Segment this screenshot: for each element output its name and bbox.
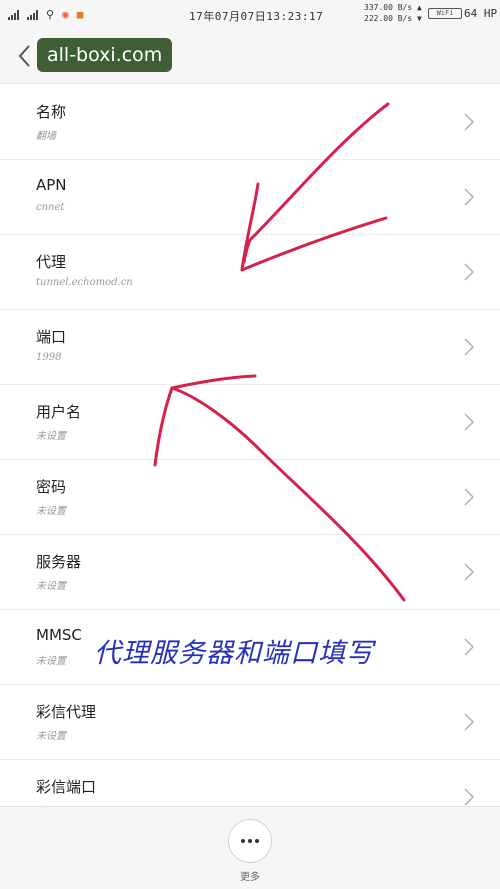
setting-value: cnnet xyxy=(36,202,65,213)
more-dot-icon xyxy=(241,839,245,843)
signal-icon xyxy=(8,9,19,20)
annotation-text: 代理服务器和端口填写 xyxy=(94,638,374,669)
chevron-right-icon xyxy=(464,263,474,281)
back-button[interactable] xyxy=(12,40,38,72)
upload-speed: 337.00 B/s ▲ xyxy=(364,3,422,12)
setting-value: 翻墙 xyxy=(36,131,56,142)
attachment-icon: ⚲ xyxy=(46,8,55,21)
bottom-bar: 更多 xyxy=(0,806,500,889)
back-arrow-icon xyxy=(18,45,30,67)
setting-value: 未设置 xyxy=(36,581,66,592)
setting-label: 彩信代理 xyxy=(36,703,97,721)
battery-value: 64 xyxy=(464,7,478,20)
battery-label: WiFi xyxy=(436,9,454,17)
status-time: 17年07月07日13:23:17 xyxy=(189,10,324,23)
app-icon: ◉ xyxy=(62,8,69,21)
signal-icon-2 xyxy=(27,9,38,20)
watermark: all-boxi.com xyxy=(37,38,173,72)
setting-value: 未设置 xyxy=(36,431,66,442)
chevron-right-icon xyxy=(464,413,474,431)
setting-value: 未设置 xyxy=(36,731,66,742)
status-bar: ⚲ ◉ ■ 17年07月07日13:23:17 337.00 B/s ▲ 222… xyxy=(0,0,500,30)
settings-row[interactable]: 服务器 未设置 xyxy=(0,535,500,610)
setting-value: 1998 xyxy=(36,352,62,363)
chevron-right-icon xyxy=(464,563,474,581)
chevron-right-icon xyxy=(464,713,474,731)
chevron-right-icon xyxy=(464,638,474,656)
setting-value: tunnel.echomod.cn xyxy=(36,277,133,288)
settings-row[interactable]: 端口 1998 xyxy=(0,310,500,385)
chevron-right-icon xyxy=(464,113,474,131)
setting-label: 用户名 xyxy=(36,403,82,421)
status-icons: ⚲ ◉ ■ xyxy=(8,8,83,21)
settings-row[interactable]: APN cnnet xyxy=(0,160,500,235)
battery-unit: HP xyxy=(483,7,498,20)
setting-label: 密码 xyxy=(36,478,67,496)
battery-icon: WiFi xyxy=(428,8,462,19)
setting-value: 未设置 xyxy=(36,656,66,667)
chevron-right-icon xyxy=(464,338,474,356)
settings-row[interactable]: 代理 tunnel.echomod.cn xyxy=(0,235,500,310)
settings-row[interactable]: 密码 未设置 xyxy=(0,460,500,535)
setting-value: 未设置 xyxy=(36,506,66,517)
battery-percent: 64 HP xyxy=(464,7,497,20)
network-speed: 337.00 B/s ▲ 222.00 B/s ▼ xyxy=(364,2,422,24)
apn-settings-list: 名称翻墙 APN cnnet 代理 tunnel.echomod.cn 端口 1998 用户名… xyxy=(0,85,500,835)
more-label: 更多 xyxy=(240,872,260,883)
chevron-right-icon xyxy=(464,188,474,206)
settings-row[interactable]: 名称 翻墙 xyxy=(0,85,500,160)
setting-label: 彩信端口 xyxy=(36,778,97,796)
chevron-right-icon xyxy=(464,488,474,506)
settings-row[interactable]: 用户名 未设置 xyxy=(0,385,500,460)
setting-label: 代理 xyxy=(36,253,67,271)
settings-row[interactable]: 彩信代理 未设置 xyxy=(0,685,500,760)
setting-label: 名称 xyxy=(36,103,67,121)
more-dot-icon xyxy=(255,839,259,843)
setting-label: 服务器 xyxy=(36,553,82,571)
download-speed: 222.00 B/s ▼ xyxy=(364,14,422,23)
notification-icon: ■ xyxy=(76,8,84,21)
chevron-right-icon xyxy=(464,788,474,806)
more-button[interactable] xyxy=(228,819,272,863)
more-dot-icon xyxy=(248,839,252,843)
setting-label: 端口 xyxy=(36,328,67,346)
setting-label: APN xyxy=(36,176,67,194)
setting-label: MMSC xyxy=(36,626,82,644)
